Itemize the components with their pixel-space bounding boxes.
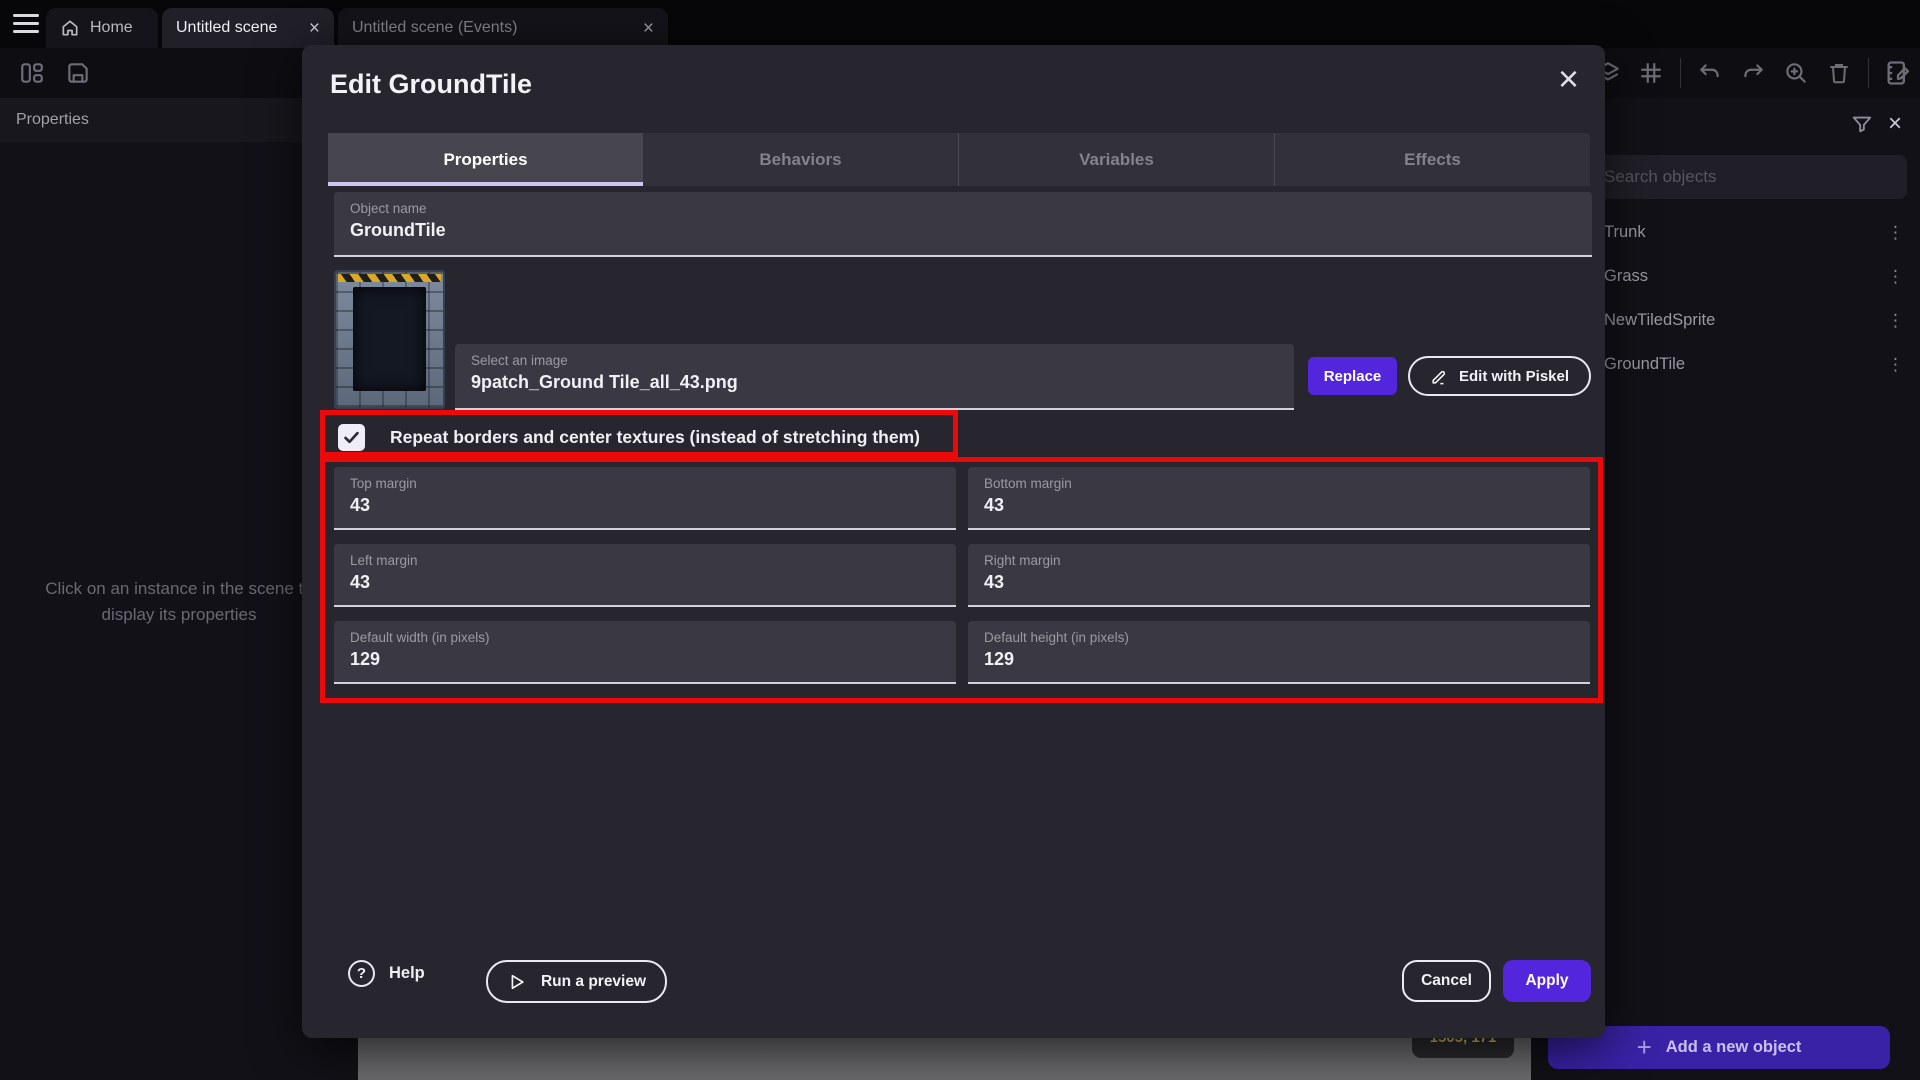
filter-icon[interactable]	[1850, 112, 1874, 136]
tab-behaviors[interactable]: Behaviors	[643, 133, 959, 186]
help-icon: ?	[348, 960, 375, 987]
plus-icon: +	[1637, 1034, 1652, 1060]
home-icon	[60, 18, 80, 38]
play-icon	[507, 972, 527, 992]
top-margin-field[interactable]: Top margin 43	[334, 467, 956, 530]
redo-icon[interactable]	[1739, 59, 1767, 87]
checkbox-checked-icon[interactable]	[338, 424, 365, 451]
save-icon[interactable]	[64, 59, 92, 87]
grid-icon[interactable]	[1637, 59, 1665, 87]
help-button[interactable]: ? Help	[348, 960, 425, 987]
tab-untitled-scene-label: Untitled scene	[176, 19, 277, 37]
tab-untitled-scene-events-label: Untitled scene (Events)	[352, 19, 517, 37]
cancel-button[interactable]: Cancel	[1402, 960, 1491, 1002]
trash-icon[interactable]	[1825, 59, 1853, 87]
help-label: Help	[389, 964, 425, 983]
dialog-footer-left: ? Help Run a preview	[348, 960, 425, 987]
objects-panel-header-icons: ×	[1850, 112, 1902, 136]
top-bar: Home Untitled scene × Untitled scene (Ev…	[0, 0, 1920, 48]
repeat-borders-checkbox-row[interactable]: Repeat borders and center textures (inst…	[338, 424, 920, 451]
add-new-object-label: Add a new object	[1666, 1038, 1802, 1057]
hazard-stripe	[338, 274, 441, 282]
select-image-label: Select an image	[471, 353, 1278, 368]
properties-panel-title: Properties	[16, 111, 89, 129]
image-filename: 9patch_Ground Tile_all_43.png	[471, 372, 1278, 393]
right-margin-field[interactable]: Right margin 43	[968, 544, 1590, 607]
search-objects-input[interactable]	[1595, 155, 1907, 199]
default-width-field[interactable]: Default width (in pixels) 129	[334, 621, 956, 684]
tab-properties[interactable]: Properties	[328, 133, 643, 186]
dialog-tabs: Properties Behaviors Variables Effects	[328, 133, 1590, 186]
object-name: Trunk	[1604, 223, 1646, 242]
edit-scene-properties-icon[interactable]	[1884, 59, 1912, 87]
zoom-in-icon[interactable]	[1782, 59, 1810, 87]
object-name: GroundTile	[1604, 355, 1685, 374]
toolbar-divider	[1680, 58, 1681, 88]
tab-untitled-scene[interactable]: Untitled scene ×	[162, 8, 334, 48]
left-margin-field[interactable]: Left margin 43	[334, 544, 956, 607]
toolbar-divider	[1868, 58, 1869, 88]
close-tab-icon[interactable]: ×	[643, 19, 654, 38]
toolbar-left-group	[18, 48, 92, 98]
toggle-panels-icon[interactable]	[18, 59, 46, 87]
repeat-borders-label: Repeat borders and center textures (inst…	[390, 427, 920, 448]
object-menu-icon[interactable]: ⋮	[1887, 268, 1904, 285]
app-root: Home Untitled scene × Untitled scene (Ev…	[0, 0, 1920, 1080]
default-height-field[interactable]: Default height (in pixels) 129	[968, 621, 1590, 684]
close-dialog-icon[interactable]: ×	[1558, 61, 1579, 97]
object-name-value: GroundTile	[350, 220, 1576, 241]
tab-variables[interactable]: Variables	[959, 133, 1275, 186]
tab-effects[interactable]: Effects	[1275, 133, 1590, 186]
apply-button[interactable]: Apply	[1503, 960, 1591, 1002]
dialog-title: Edit GroundTile	[330, 69, 532, 100]
tab-untitled-scene-events[interactable]: Untitled scene (Events) ×	[338, 8, 668, 48]
tab-home[interactable]: Home	[46, 8, 158, 48]
pencil-icon	[1430, 367, 1449, 386]
search-objects-field[interactable]	[1595, 155, 1907, 199]
tile-image-thumbnail	[334, 270, 445, 409]
tile-center	[353, 287, 426, 391]
object-menu-icon[interactable]: ⋮	[1887, 224, 1904, 241]
tab-home-label: Home	[90, 19, 133, 37]
undo-icon[interactable]	[1696, 59, 1724, 87]
object-name-label: Object name	[350, 201, 1576, 216]
object-name: NewTiledSprite	[1604, 311, 1715, 330]
select-image-field[interactable]: Select an image 9patch_Ground Tile_all_4…	[455, 344, 1294, 410]
edit-with-piskel-button[interactable]: Edit with Piskel	[1408, 356, 1591, 396]
run-preview-button[interactable]: Run a preview	[486, 960, 667, 1003]
margins-fields-grid: Top margin 43 Bottom margin 43 Left marg…	[334, 467, 1590, 684]
hamburger-menu-icon[interactable]	[13, 14, 39, 34]
replace-button[interactable]: Replace	[1308, 357, 1397, 395]
object-menu-icon[interactable]: ⋮	[1887, 312, 1904, 329]
edit-object-dialog: Edit GroundTile × Properties Behaviors V…	[302, 45, 1605, 1038]
object-name: Grass	[1604, 267, 1648, 286]
object-menu-icon[interactable]: ⋮	[1887, 356, 1904, 373]
close-tab-icon[interactable]: ×	[309, 19, 320, 38]
close-panel-icon[interactable]: ×	[1888, 112, 1902, 136]
bottom-margin-field[interactable]: Bottom margin 43	[968, 467, 1590, 530]
object-name-field[interactable]: Object name GroundTile	[334, 192, 1592, 257]
toolbar-right-group	[1594, 48, 1912, 98]
